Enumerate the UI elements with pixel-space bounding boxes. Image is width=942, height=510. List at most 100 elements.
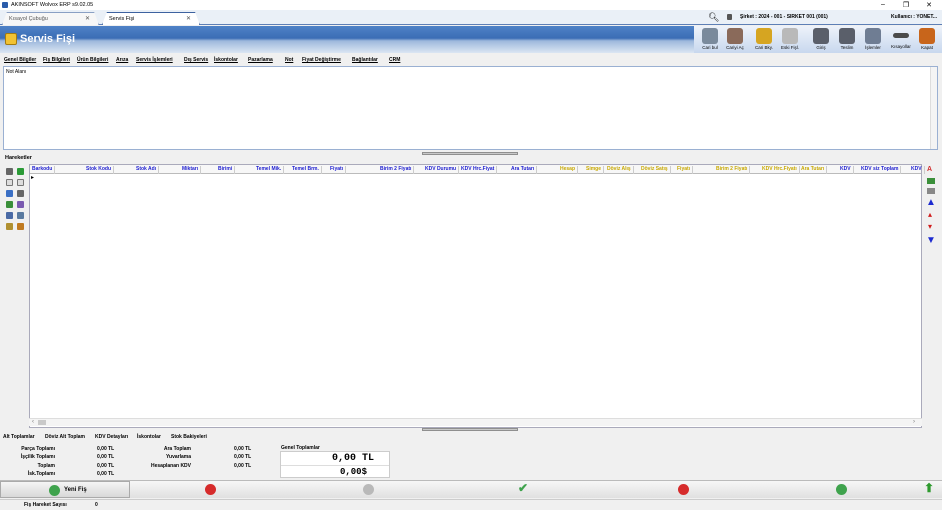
sort-az-icon[interactable]: A [927,166,932,173]
column-header[interactable]: KDV Durumu [425,166,460,174]
lock-icon[interactable] [727,14,732,20]
image-icon[interactable] [17,212,24,219]
column-header[interactable]: Döviz Alış [607,166,634,174]
move-down-icon[interactable]: ▾ [928,222,932,231]
export-icon[interactable] [6,201,13,208]
column-header[interactable]: Simge [586,166,605,174]
service-icon [5,33,17,45]
sort-asc-icon[interactable] [927,178,935,184]
menu-product-info[interactable]: Ürün Bilgileri [77,57,108,63]
tab-service-slip[interactable]: Servis Fişi ✕ [102,12,200,25]
folder-icon[interactable] [6,223,13,230]
scroll-thumb[interactable] [38,420,46,425]
percent-icon[interactable] [17,190,24,197]
splitter-handle[interactable] [422,428,518,431]
up-arrow-button[interactable]: ⬆ [924,481,934,495]
close-icon[interactable]: ✕ [186,15,191,22]
copy-icon[interactable] [6,190,13,197]
open-account-button[interactable]: Cariyi Aç [722,27,748,53]
column-header[interactable]: Stok Adı [136,166,160,174]
tab-vat-details[interactable]: KDV Detayları [95,434,128,440]
menu-discounts[interactable]: İskontolar [214,57,238,63]
column-header[interactable]: Ara Tutarı [801,166,828,174]
grid-horizontal-scrollbar[interactable]: ‹ › [29,418,922,426]
balance-icon [756,28,772,44]
barcode-icon[interactable] [6,212,13,219]
column-header[interactable]: Birim 2 Fiyatı [716,166,751,174]
close-form-button[interactable]: Kapat [914,27,940,53]
menu-marketing[interactable]: Pazarlama [248,57,273,63]
dollar-icon[interactable] [17,179,24,186]
scroll-right-icon[interactable]: › [913,419,915,425]
menu-external-service[interactable]: Dış Servis [184,57,208,63]
sort-desc-icon[interactable] [927,188,935,194]
menu-general-info[interactable]: Genel Bilgiler [4,57,36,63]
delete-button[interactable] [205,484,216,495]
menu-service-operations[interactable]: Servis İşlemleri [136,57,173,63]
menu-links[interactable]: Bağlantılar [352,57,378,63]
column-header[interactable]: Birimi [218,166,236,174]
shortcuts-button[interactable]: Kısayollar [888,27,914,53]
minimize-button[interactable]: – [876,1,890,8]
scroll-left-icon[interactable]: ‹ [32,419,34,425]
column-header[interactable]: Temel Brm. [292,166,322,174]
menu-slip-info[interactable]: Fiş Bilgileri [43,57,70,63]
column-header[interactable]: KDV [840,166,854,174]
search-icon[interactable]: 🔍︎ [708,12,719,23]
column-header[interactable]: Ara Tutarı [511,166,538,174]
menu-note[interactable]: Not [285,57,293,63]
column-header[interactable]: Miktarı [182,166,202,174]
close-icon[interactable]: ✕ [85,15,90,22]
move-bottom-icon[interactable]: ▼ [926,235,936,246]
column-header[interactable]: KDV Hrc.Fiyatı [762,166,800,174]
tools-icon [865,28,881,44]
column-header[interactable]: KDV Hrc.Fiyat [461,166,498,174]
column-header[interactable]: Fiyatı [330,166,347,174]
settings-icon[interactable] [6,168,13,175]
column-header[interactable]: Birim 2 Fiyatı [380,166,415,174]
tab-stock-balances[interactable]: Stok Bakiyeleri [171,434,207,440]
tab-shortcut-bar[interactable]: Kısayol Çubuğu ✕ [2,12,99,25]
column-header[interactable]: Temel Mik. [256,166,285,174]
save-button[interactable]: ✔ [518,481,528,495]
cancel-button[interactable] [678,484,689,495]
movements-label: Hareketler [5,155,32,161]
move-top-icon[interactable]: ▲ [926,197,936,208]
find-account-button[interactable]: Cari bul [697,27,723,53]
close-button[interactable]: ✕ [922,1,936,9]
tab-currency-subtotal[interactable]: Döviz Alt Toplam [45,434,85,440]
shortcut-icon [893,33,909,38]
pause-button[interactable] [363,484,374,495]
tab-subtotals[interactable]: Alt Toplamlar [3,434,35,440]
note-area[interactable]: Not Alanı [3,66,938,150]
menu-fault[interactable]: Arıza [116,57,128,63]
menu-crm[interactable]: CRM [389,57,400,63]
note-scrollbar[interactable] [930,67,937,149]
new-slip-button[interactable]: Yeni Fiş [0,481,130,498]
column-header[interactable]: Barkodu [32,166,56,174]
move-up-icon[interactable]: ▴ [928,210,932,219]
column-header[interactable]: Hesap [560,166,579,174]
old-slips-button[interactable]: Eski Fişl. [777,27,803,53]
operations-button[interactable]: İşlemler [860,27,886,53]
column-header[interactable]: KDV siz Toplam [861,166,902,174]
maximize-button[interactable]: ❐ [899,1,913,9]
movements-grid[interactable]: Barkodu Stok Kodu Stok Adı Miktarı Birimi Tem… [29,164,925,428]
link-icon[interactable] [17,201,24,208]
document-icon[interactable] [6,179,13,186]
column-header[interactable]: Döviz Satış [641,166,671,174]
splitter-handle[interactable] [422,152,518,155]
refresh-button[interactable] [836,484,847,495]
column-header[interactable]: Fiyatı [677,166,694,174]
entry-print-button[interactable]: Giriş [808,27,834,53]
old-docs-icon [782,28,798,44]
discount-total-value: 0,00 TL [97,471,115,477]
tab-discounts[interactable]: İskontolar [137,434,161,440]
subtotal-label: Ara Toplam [163,446,191,452]
account-balance-button[interactable]: Cari Bky. [751,27,777,53]
box-icon[interactable] [17,223,24,230]
menu-price-change[interactable]: Fiyat Değiştirme [302,57,341,63]
add-icon[interactable] [17,168,24,175]
column-header[interactable]: Stok Kodu [86,166,114,174]
delivery-print-button[interactable]: Teslim [834,27,860,53]
